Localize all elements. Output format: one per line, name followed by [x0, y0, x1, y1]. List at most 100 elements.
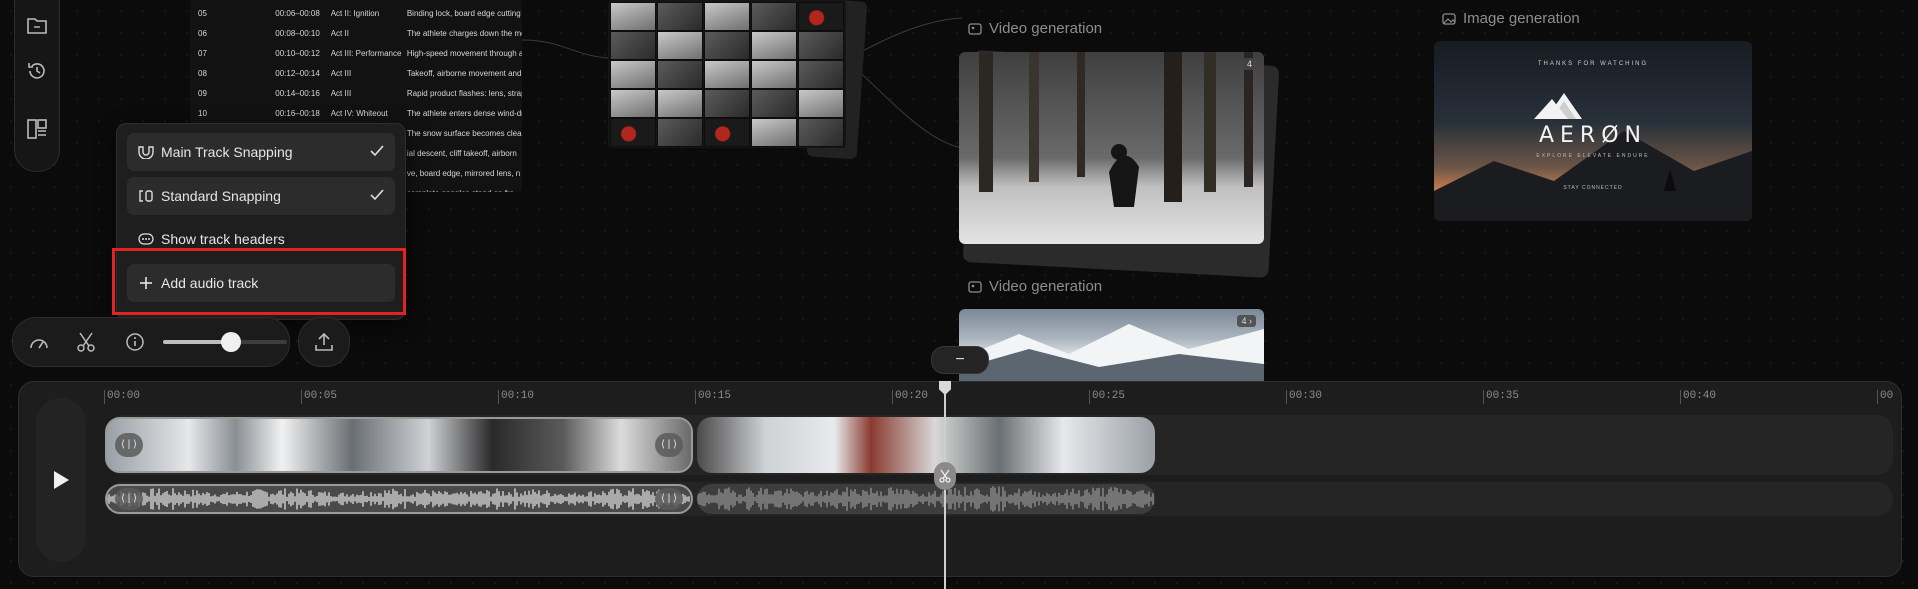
time-ruler[interactable]: 00:00 00:05 00:10 00:15 00:20 00:25 00:30 00:35… [103, 390, 1894, 408]
magnet-icon [137, 143, 155, 161]
storyboard-frame[interactable] [798, 89, 844, 118]
image-generation-label: Image generation [1442, 10, 1580, 27]
table-cell-time: 00:08–00:10 [275, 28, 320, 38]
ruler-tick-label: 00 [1876, 390, 1894, 404]
image-thumbnail-aeron[interactable]: THANKS FOR WATCHING AERØN EXPLORE ELEVAT… [1434, 41, 1752, 221]
clip-count-badge: 4 [1242, 58, 1256, 70]
table-cell-act: Act III [330, 88, 352, 98]
info-icon[interactable] [123, 330, 147, 354]
video-clip-2[interactable] [697, 417, 1155, 473]
storyboard-frame[interactable] [704, 31, 750, 60]
table-cell-desc: High-speed movement through a s [406, 48, 522, 58]
table-row[interactable]: 05 00:06–00:08 Act II: Ignition Binding loc… [190, 6, 522, 20]
audio-clip-2[interactable] [697, 484, 1155, 514]
table-cell-desc: The athlete enters dense wind-driv [406, 108, 522, 118]
menu-item-label: Main Track Snapping [161, 144, 293, 160]
video-generation-label: Video generation [968, 20, 1102, 37]
ruler-tick-label: 00:30 [1285, 390, 1323, 404]
table-row[interactable]: 10 00:16–00:18 Act IV: Whiteout The athlete… [190, 106, 522, 120]
table-cell-desc: Binding lock, board edge cutting in [406, 8, 522, 18]
ruler-tick-label: 00:10 [497, 390, 535, 404]
ruler-tick-label: 00:00 [103, 390, 141, 404]
table-cell-no: 08 [198, 68, 207, 78]
menu-item-main-track-snapping[interactable]: Main Track Snapping [127, 133, 395, 171]
storyboard-frame[interactable] [751, 60, 797, 89]
storyboard-frame[interactable] [610, 89, 656, 118]
storyboard-frame[interactable] [751, 89, 797, 118]
table-row[interactable]: 09 00:14–00:16 Act III Rapid product flashe… [190, 86, 522, 100]
folder-icon[interactable] [25, 13, 49, 37]
play-icon [54, 471, 69, 489]
storyboard-frame[interactable] [704, 118, 750, 147]
zoom-slider-thumb[interactable] [221, 332, 242, 352]
video-thumbnail-snowboarder[interactable]: 4 [959, 52, 1264, 244]
zoom-slider[interactable] [163, 332, 287, 352]
table-cell-no: 06 [198, 28, 207, 38]
table-row[interactable]: 07 00:10–00:12 Act III: Performance High-sp… [190, 46, 522, 60]
table-cell-act: Act II: Ignition [330, 8, 380, 18]
poster-eyebrow: THANKS FOR WATCHING [1537, 61, 1649, 67]
menu-item-standard-snapping[interactable]: Standard Snapping [127, 177, 395, 215]
video-generation-title: Video generation [989, 20, 1103, 37]
ruler-tick-label: 00:15 [694, 390, 732, 404]
forest-scene [979, 52, 1253, 207]
audio-waveform-2 [697, 486, 1154, 512]
timeline-toolbar [12, 317, 290, 367]
storyboard-frame[interactable] [657, 31, 703, 60]
storyboard-frame[interactable] [751, 31, 797, 60]
storyboard-frame[interactable] [657, 2, 703, 31]
storyboard-frame[interactable] [704, 2, 750, 31]
video-clip-1[interactable]: ⟨|⟩ ⟨|⟩ [105, 417, 693, 473]
check-icon [369, 188, 385, 205]
menu-item-label: Standard Snapping [161, 188, 281, 204]
storyboard-frame[interactable] [610, 118, 656, 147]
audio-clip-1[interactable]: ⟨|⟩ ⟨|⟩ [105, 484, 693, 514]
export-button[interactable] [298, 317, 350, 367]
storyboard-frame[interactable] [657, 60, 703, 89]
history-icon[interactable] [25, 59, 49, 83]
audio-trim-handle-left[interactable]: ⟨|⟩ [115, 488, 143, 510]
highlight-box [112, 248, 406, 315]
storyboard-frame[interactable] [657, 89, 703, 118]
storyboard-frame[interactable] [798, 31, 844, 60]
video-generation-icon-2 [968, 280, 982, 293]
ruler-tick-label: 00:05 [300, 390, 338, 404]
storyboard-frame[interactable] [610, 60, 656, 89]
table-cell-time: 00:10–00:12 [275, 48, 320, 58]
storyboard-frame[interactable] [798, 118, 844, 147]
speed-icon[interactable] [27, 330, 51, 354]
storyboard-frame[interactable] [751, 118, 797, 147]
table-row[interactable]: 08 00:12–00:14 Act III Takeoff, airborne mo… [190, 66, 522, 80]
ruler-tick-label: 00:25 [1088, 390, 1126, 404]
poster-tagline: EXPLORE ELEVATE ENDURE [1536, 153, 1650, 159]
video-thumbnail-mountains[interactable]: 4 › [959, 309, 1264, 381]
storyboard-grid[interactable] [608, 0, 846, 148]
zoom-out-button[interactable]: − [931, 346, 989, 374]
trim-handle-right[interactable]: ⟨|⟩ [655, 433, 683, 457]
storyboard-frame[interactable] [704, 60, 750, 89]
split-icon[interactable] [934, 462, 956, 490]
storyboard-frame[interactable] [798, 2, 844, 31]
storyboard-frame[interactable] [610, 2, 656, 31]
table-cell-time: 00:06–00:08 [275, 8, 320, 18]
play-button[interactable] [36, 398, 86, 562]
scissors-icon[interactable] [74, 330, 98, 354]
table-cell-desc: complete goggles stand on fra [407, 189, 522, 193]
image-generation-icon [1442, 12, 1456, 25]
table-cell-no: 07 [198, 48, 207, 58]
table-row[interactable]: 06 00:08–00:10 Act II The athlete charges d… [190, 26, 522, 40]
storyboard-frame[interactable] [751, 2, 797, 31]
left-rail [14, 0, 60, 172]
layout-icon[interactable] [25, 117, 49, 141]
storyboard-frame[interactable] [657, 118, 703, 147]
ruler-tick-label: 00:40 [1679, 390, 1717, 404]
storyboard-frame[interactable] [610, 31, 656, 60]
poster-brand: AERØN [1538, 123, 1647, 148]
trim-handle-left[interactable]: ⟨|⟩ [115, 433, 143, 457]
storyboard-frame[interactable] [704, 89, 750, 118]
audio-trim-handle-right[interactable]: ⟨|⟩ [655, 488, 683, 510]
table-cell-time: 00:16–00:18 [275, 108, 320, 118]
table-cell-desc: ve, board edge, mirrored lens, n [406, 168, 521, 178]
image-generation-title: Image generation [1463, 10, 1580, 27]
storyboard-frame[interactable] [798, 60, 844, 89]
